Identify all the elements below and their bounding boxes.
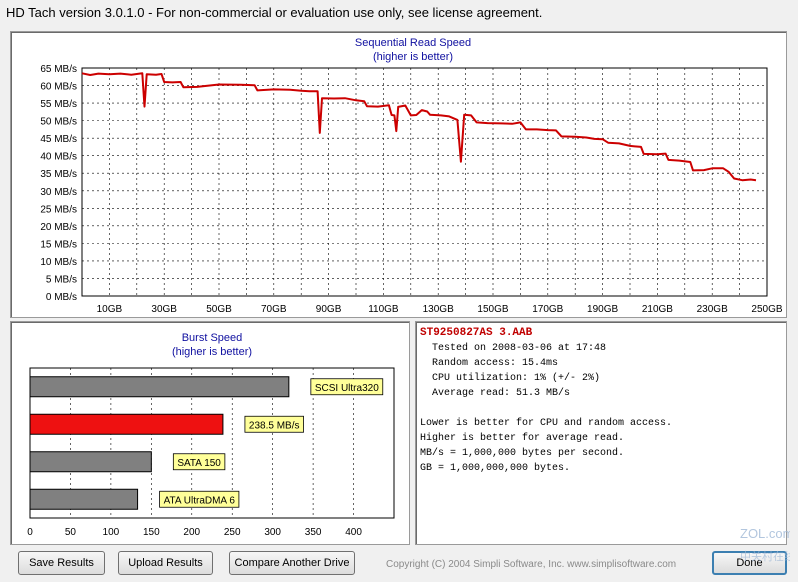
seq-x-tick-label: 170GB xyxy=(532,304,563,315)
seq-y-tick-label: 65 MB/s xyxy=(40,64,77,75)
seq-x-tick-label: 110GB xyxy=(368,304,399,315)
seq-y-tick-label: 60 MB/s xyxy=(40,82,77,93)
seq-y-tick-label: 30 MB/s xyxy=(40,187,77,198)
seq-x-tick-label: 70GB xyxy=(261,304,287,315)
seq-y-tick-label: 15 MB/s xyxy=(40,239,77,250)
watermark-subtext: 中关村在线 xyxy=(740,549,790,563)
seq-y-tick-label: 35 MB/s xyxy=(40,169,77,180)
drive-name: ST9250827AS 3.AAB xyxy=(420,327,533,339)
compare-another-drive-button[interactable]: Compare Another Drive xyxy=(229,551,355,575)
title-bar: HD Tach version 3.0.1.0 - For non-commer… xyxy=(0,0,798,26)
seq-y-tick-label: 10 MB/s xyxy=(40,257,77,268)
cpu-utilization: CPU utilization: 1% (+/- 2%) xyxy=(432,373,601,384)
note-gb-definition: GB = 1,000,000,000 bytes. xyxy=(420,463,571,474)
random-access: Random access: 15.4ms xyxy=(432,358,559,369)
burst-bar xyxy=(29,413,224,435)
seq-y-tick-label: 25 MB/s xyxy=(40,204,77,215)
average-read: Average read: 51.3 MB/s xyxy=(432,388,571,399)
burst-x-tick-label: 400 xyxy=(345,527,362,538)
seq-x-tick-label: 30GB xyxy=(151,304,177,315)
burst-bar-label: 238.5 MB/s xyxy=(249,420,300,431)
seq-x-tick-label: 150GB xyxy=(477,304,508,315)
note-higher-better: Higher is better for average read. xyxy=(420,433,625,444)
burst-x-tick-label: 250 xyxy=(224,527,241,538)
seq-chart-subtitle: (higher is better) xyxy=(373,51,453,63)
burst-x-tick-label: 350 xyxy=(305,527,322,538)
sequential-read-panel: Sequential Read Speed (higher is better)… xyxy=(10,31,787,318)
watermark-text: ZOL.com.cn xyxy=(740,526,790,541)
burst-bar-label: ATA UltraDMA 6 xyxy=(164,495,236,506)
drive-info-panel: ST9250827AS 3.AAB Tested on 2008-03-06 a… xyxy=(415,321,787,545)
zol-watermark-logo: ZOL.com.cn 中关村在线 xyxy=(740,526,790,563)
seq-plot-area xyxy=(81,67,768,297)
burst-x-tick-label: 0 xyxy=(27,527,33,538)
seq-x-tick-label: 230GB xyxy=(697,304,728,315)
upload-results-button[interactable]: Upload Results xyxy=(118,551,213,575)
burst-bar xyxy=(29,376,290,398)
tested-on: Tested on 2008-03-06 at 17:48 xyxy=(432,343,607,354)
sequential-read-chart: Sequential Read Speed (higher is better)… xyxy=(40,37,783,315)
seq-y-tick-label: 40 MB/s xyxy=(40,152,77,163)
copyright-text: Copyright (C) 2004 Simpli Software, Inc.… xyxy=(386,559,677,570)
note-mbs-definition: MB/s = 1,000,000 bytes per second. xyxy=(420,448,625,459)
seq-y-tick-label: 0 MB/s xyxy=(46,292,77,303)
burst-x-tick-label: 100 xyxy=(103,527,120,538)
burst-speed-chart: Burst Speed (higher is better) SCSI Ultr… xyxy=(27,332,395,538)
seq-y-tick-label: 50 MB/s xyxy=(40,117,77,128)
seq-y-tick-label: 55 MB/s xyxy=(40,99,77,110)
burst-x-tick-label: 300 xyxy=(264,527,281,538)
burst-chart-subtitle: (higher is better) xyxy=(172,346,252,358)
seq-x-tick-label: 190GB xyxy=(587,304,618,315)
burst-x-tick-label: 50 xyxy=(65,527,77,538)
burst-bar xyxy=(29,451,152,473)
seq-x-tick-label: 50GB xyxy=(206,304,232,315)
burst-speed-panel: Burst Speed (higher is better) SCSI Ultr… xyxy=(10,321,410,545)
seq-y-tick-label: 45 MB/s xyxy=(40,134,77,145)
burst-bar xyxy=(29,488,139,510)
burst-chart-title: Burst Speed xyxy=(182,332,243,344)
seq-x-tick-label: 90GB xyxy=(316,304,342,315)
save-results-button[interactable]: Save Results xyxy=(18,551,105,575)
note-lower-better: Lower is better for CPU and random acces… xyxy=(420,418,673,429)
seq-x-tick-label: 210GB xyxy=(642,304,673,315)
seq-x-tick-label: 130GB xyxy=(423,304,454,315)
seq-y-tick-label: 20 MB/s xyxy=(40,222,77,233)
seq-y-tick-label: 5 MB/s xyxy=(46,274,77,285)
burst-bar-label: SCSI Ultra320 xyxy=(315,383,379,394)
burst-x-tick-label: 150 xyxy=(143,527,160,538)
seq-x-tick-label: 250GB xyxy=(751,304,782,315)
burst-bar-label: SATA 150 xyxy=(177,458,221,469)
burst-x-tick-label: 200 xyxy=(183,527,200,538)
seq-x-tick-label: 10GB xyxy=(97,304,123,315)
seq-chart-title: Sequential Read Speed xyxy=(355,37,471,49)
window-title: HD Tach version 3.0.1.0 - For non-commer… xyxy=(6,5,543,20)
